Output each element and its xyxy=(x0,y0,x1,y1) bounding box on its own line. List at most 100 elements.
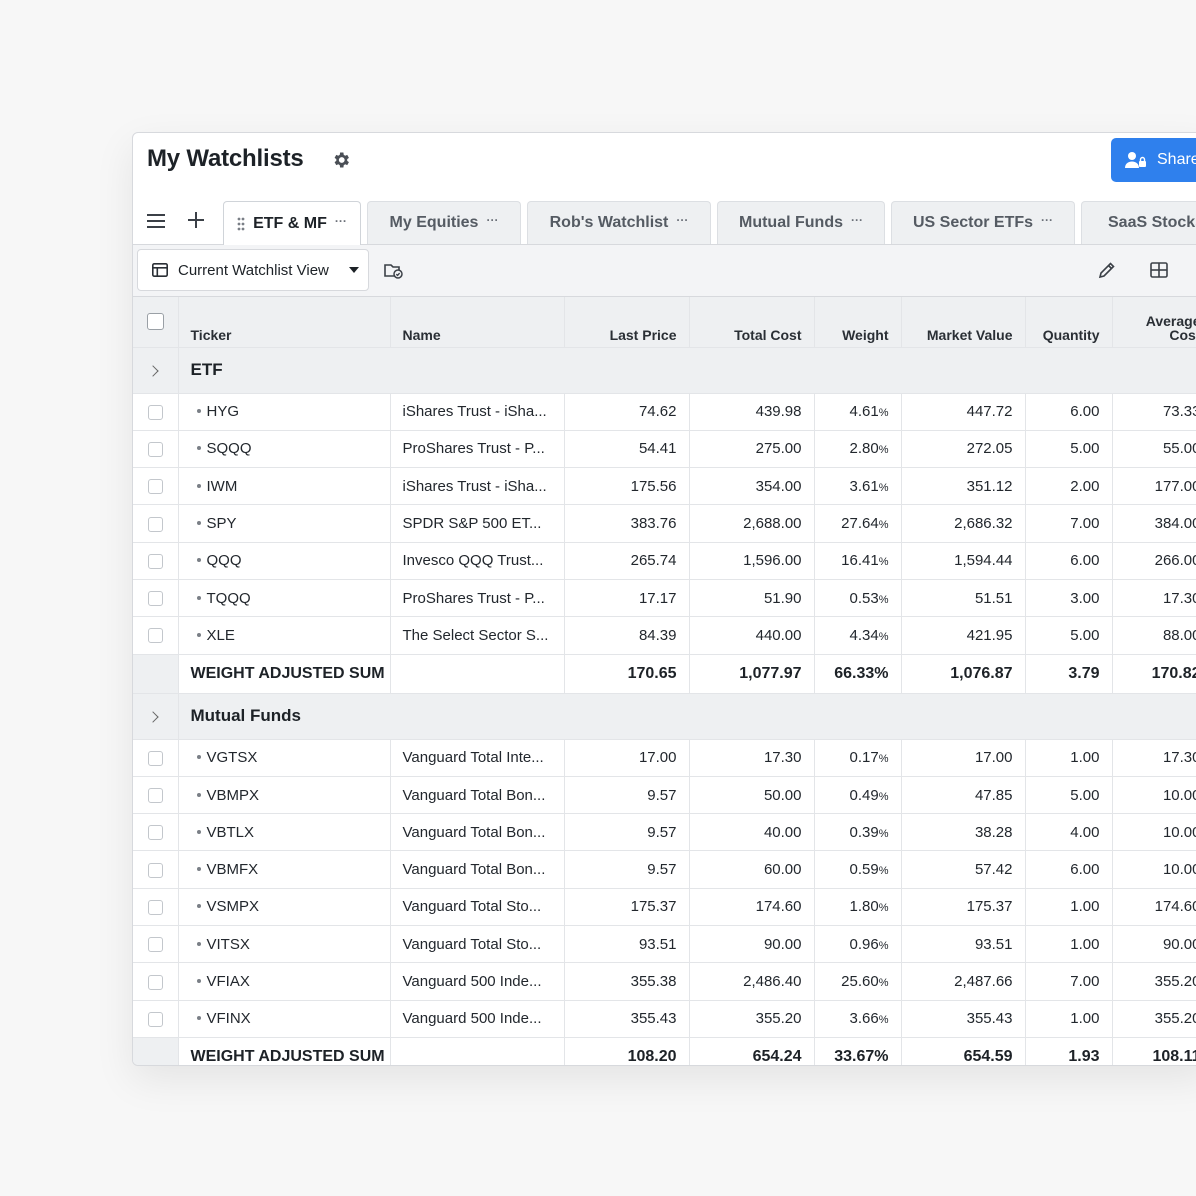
gear-icon[interactable] xyxy=(331,150,351,170)
row-checkbox[interactable] xyxy=(147,441,163,457)
row-checkbox[interactable] xyxy=(147,516,163,532)
column-header-ticker[interactable]: Ticker xyxy=(178,297,391,348)
column-header-last-price[interactable]: Last Price xyxy=(564,297,690,348)
row-checkbox[interactable] xyxy=(147,404,163,420)
name-cell: The Select Sector S... xyxy=(390,616,565,655)
column-header-weight[interactable]: Weight xyxy=(814,297,902,348)
name-cell: Vanguard Total Sto... xyxy=(390,888,565,927)
menu-icon[interactable] xyxy=(147,213,165,229)
row-checkbox[interactable] xyxy=(147,553,163,569)
row-checkbox[interactable] xyxy=(147,788,163,804)
table-row[interactable]: VBTLX Vanguard Total Bon... 9.57 40.00 0.39%… xyxy=(133,813,1196,852)
tab-robs-watchlist[interactable]: Rob's Watchlist ··· xyxy=(527,201,711,244)
view-select[interactable]: Current Watchlist View xyxy=(137,249,369,291)
total-cost-cell: 2,688.00 xyxy=(689,504,815,543)
table-row[interactable]: VSMPX Vanguard Total Sto... 175.37 174.60 1.… xyxy=(133,888,1196,927)
ticker-cell[interactable]: VSMPX xyxy=(178,888,391,927)
table-row[interactable]: VBMPX Vanguard Total Bon... 9.57 50.00 0.49%… xyxy=(133,776,1196,815)
toolbar: Current Watchlist View xyxy=(133,245,1196,297)
table-row[interactable]: VGTSX Vanguard Total Inte... 17.00 17.30 0.1… xyxy=(133,739,1196,777)
ticker-cell[interactable]: XLE xyxy=(178,616,391,655)
group-toggle-cell[interactable] xyxy=(133,693,179,740)
share-button-label: Share xyxy=(1157,151,1196,168)
row-checkbox[interactable] xyxy=(147,479,163,495)
ticker-cell[interactable]: VFINX xyxy=(178,1000,391,1038)
share-button[interactable]: Share xyxy=(1111,138,1196,182)
row-checkbox[interactable] xyxy=(147,591,163,607)
tab-us-sector-etfs[interactable]: US Sector ETFs ··· xyxy=(891,201,1075,244)
ticker-cell[interactable]: VGTSX xyxy=(178,739,391,777)
total-cost-cell: 354.00 xyxy=(689,467,815,506)
weight-cell: 0.96% xyxy=(814,925,902,964)
grid-layout-icon[interactable] xyxy=(1149,260,1169,280)
tab-saas-stocks[interactable]: SaaS Stocks xyxy=(1081,201,1196,244)
group-toggle-cell[interactable] xyxy=(133,347,179,394)
more-icon[interactable]: ··· xyxy=(1041,213,1053,227)
row-checkbox[interactable] xyxy=(147,937,163,953)
row-checkbox[interactable] xyxy=(147,974,163,990)
ticker-cell[interactable]: QQQ xyxy=(178,542,391,580)
table-row[interactable]: VBMFX Vanguard Total Bon... 9.57 60.00 0.59%… xyxy=(133,850,1196,889)
ticker-cell[interactable]: VBTLX xyxy=(178,813,391,852)
row-checkbox[interactable] xyxy=(147,628,163,644)
drag-handle-icon[interactable] xyxy=(237,217,245,231)
group-row[interactable]: ETF xyxy=(133,347,1196,394)
column-header-quantity[interactable]: Quantity xyxy=(1025,297,1113,348)
more-icon[interactable]: ··· xyxy=(851,213,863,227)
row-checkbox[interactable] xyxy=(147,862,163,878)
table-row[interactable]: SPY SPDR S&P 500 ET... 383.76 2,688.00 27.64… xyxy=(133,504,1196,543)
group-row[interactable]: Mutual Funds xyxy=(133,693,1196,740)
row-checkbox[interactable] xyxy=(147,750,163,766)
weight-adjusted-sum-row: WEIGHT ADJUSTED SUM 170.65 1,077.97 66.33% 1… xyxy=(133,654,1196,694)
ticker-cell[interactable]: SPY xyxy=(178,504,391,543)
column-header-average-cost[interactable]: Average Cost xyxy=(1112,297,1196,348)
tab-my-equities[interactable]: My Equities ··· xyxy=(367,201,521,244)
row-checkbox[interactable] xyxy=(147,899,163,915)
add-tab-icon[interactable] xyxy=(187,211,205,229)
weight-value: 0.59 xyxy=(849,861,879,879)
table-row[interactable]: XLE The Select Sector S... 84.39 440.00 4.34… xyxy=(133,616,1196,655)
percent-sign: % xyxy=(878,790,889,803)
table-row[interactable]: VITSX Vanguard Total Sto... 93.51 90.00 0.96… xyxy=(133,925,1196,964)
save-view-icon[interactable] xyxy=(383,260,403,280)
market-value-cell: 447.72 xyxy=(901,393,1026,431)
tab-mutual-funds[interactable]: Mutual Funds ··· xyxy=(717,201,885,244)
more-icon[interactable]: ··· xyxy=(486,213,498,227)
table-row[interactable]: VFIAX Vanguard 500 Inde... 355.38 2,486.40 2… xyxy=(133,962,1196,1001)
ticker-cell[interactable]: HYG xyxy=(178,393,391,431)
more-icon[interactable]: ··· xyxy=(676,213,688,227)
table-row[interactable]: TQQQ ProShares Trust - P... 17.17 51.90 0.53… xyxy=(133,579,1196,618)
name-cell: Vanguard Total Inte... xyxy=(390,739,565,777)
ticker-cell[interactable]: SQQQ xyxy=(178,430,391,469)
table-row[interactable]: VFINX Vanguard 500 Inde... 355.43 355.20 3.6… xyxy=(133,1000,1196,1038)
ticker-cell[interactable]: IWM xyxy=(178,467,391,506)
table-row[interactable]: SQQQ ProShares Trust - P... 54.41 275.00 2.8… xyxy=(133,430,1196,469)
edit-icon[interactable] xyxy=(1097,260,1117,280)
column-header-total-cost[interactable]: Total Cost xyxy=(689,297,815,348)
ticker-cell[interactable]: VFIAX xyxy=(178,962,391,1001)
table-row[interactable]: QQQ Invesco QQQ Trust... 265.74 1,596.00 16.… xyxy=(133,542,1196,580)
ticker-cell[interactable]: VBMFX xyxy=(178,850,391,889)
row-checkbox[interactable] xyxy=(147,1011,163,1027)
ticker-value: VBMPX xyxy=(206,786,260,804)
chevron-right-icon[interactable] xyxy=(147,711,159,723)
column-header-market-value[interactable]: Market Value xyxy=(901,297,1026,348)
total-cost-cell: 60.00 xyxy=(689,850,815,889)
more-icon[interactable]: ··· xyxy=(335,214,347,228)
row-checkbox[interactable] xyxy=(147,825,163,841)
select-all-checkbox[interactable] xyxy=(146,313,164,331)
name-cell: ProShares Trust - P... xyxy=(390,430,565,469)
table-row[interactable]: IWM iShares Trust - iSha... 175.56 354.00 3.… xyxy=(133,467,1196,506)
tab-etf-mf[interactable]: ETF & MF ··· xyxy=(223,201,361,246)
ticker-cell[interactable]: TQQQ xyxy=(178,579,391,618)
total-cost-cell: 1,596.00 xyxy=(689,542,815,580)
ticker-cell[interactable]: VBMPX xyxy=(178,776,391,815)
market-value-cell: 17.00 xyxy=(901,739,1026,777)
table-row[interactable]: HYG iShares Trust - iSha... 74.62 439.98 4.6… xyxy=(133,393,1196,431)
market-value-cell: 1,594.44 xyxy=(901,542,1026,580)
column-header-name[interactable]: Name xyxy=(390,297,565,348)
sum-weight-cell: 66.33% xyxy=(814,654,902,694)
chevron-right-icon[interactable] xyxy=(147,365,159,377)
tab-bar: ETF & MF ··· My Equities ··· Rob's Watch… xyxy=(133,199,1196,246)
ticker-cell[interactable]: VITSX xyxy=(178,925,391,964)
